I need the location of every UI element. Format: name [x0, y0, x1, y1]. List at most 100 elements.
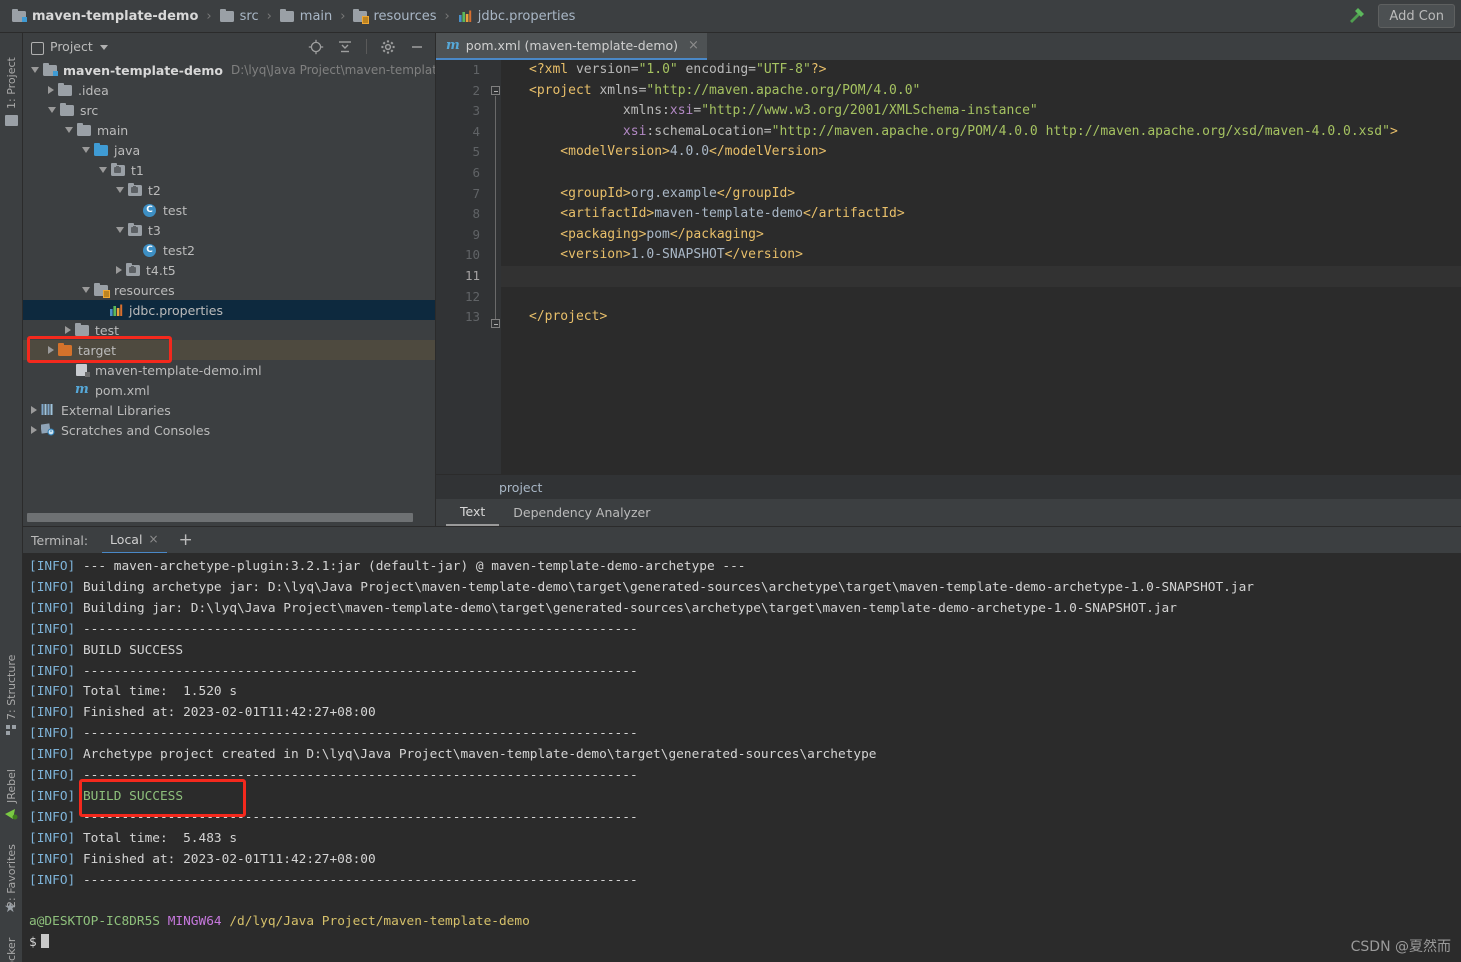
scrollbar-thumb[interactable] — [27, 513, 413, 522]
code-token: xmlns: — [529, 103, 670, 119]
close-icon[interactable]: × — [148, 532, 158, 546]
breadcrumb-item-jdbc-properties[interactable]: jdbc.properties — [456, 9, 578, 24]
breadcrumb-item-src[interactable]: src — [218, 8, 261, 24]
code-token: "1.0" — [638, 62, 678, 77]
chevron-down-icon[interactable] — [82, 147, 90, 153]
sidebar-item-structure[interactable]: 7: Structure — [0, 628, 23, 720]
breadcrumb-item-resources[interactable]: resources — [351, 8, 438, 24]
code-line[interactable]: <?xml version="1.0" encoding="UTF-8"?> — [501, 60, 1461, 81]
breadcrumb-item-main[interactable]: main — [278, 8, 334, 24]
line-number: 6 — [472, 164, 480, 180]
chevron-down-icon[interactable] — [48, 107, 56, 113]
hammer-icon[interactable] — [1346, 4, 1368, 29]
terminal-text: Finished at: 2023-02-01T11:42:27+08:00 — [82, 851, 376, 867]
tree-node-test2[interactable]: Ctest2 — [23, 240, 435, 260]
chevron-down-icon[interactable] — [99, 167, 107, 173]
terminal-text: BUILD SUCCESS — [82, 788, 184, 804]
code-line[interactable]: <modelVersion>4.0.0</modelVersion> — [501, 142, 1461, 163]
sidebar-item-project[interactable]: 1: Project — [0, 37, 23, 109]
project-tree[interactable]: maven-template-demo D:\lyq\Java Project\m… — [23, 60, 435, 508]
code-line[interactable] — [501, 265, 1461, 287]
chevron-down-icon[interactable] — [82, 287, 90, 293]
code-line[interactable]: xsi:schemaLocation="http://maven.apache.… — [501, 122, 1461, 143]
tree-node-t4-t5[interactable]: t4.t5 — [23, 260, 435, 280]
tree-node-main[interactable]: main — [23, 120, 435, 140]
code-line[interactable]: <artifactId>maven-template-demo</artifac… — [501, 204, 1461, 225]
new-terminal-button[interactable]: + — [179, 531, 193, 549]
tab-pom-xml[interactable]: m pom.xml (maven-template-demo) × — [436, 33, 707, 60]
chevron-down-icon[interactable] — [116, 187, 124, 193]
tree-node-maven-template-demo[interactable]: maven-template-demo D:\lyq\Java Project\m… — [23, 60, 435, 80]
add-configuration-button[interactable]: Add Con — [1378, 4, 1455, 28]
code-line[interactable]: <packaging>pom</packaging> — [501, 225, 1461, 246]
chevron-down-icon[interactable] — [99, 45, 108, 50]
tree-node-resources[interactable]: resources — [23, 280, 435, 300]
tree-node-src[interactable]: src — [23, 100, 435, 120]
fold-region-line — [495, 96, 496, 320]
terminal-line: [INFO] ---------------------------------… — [29, 662, 1461, 683]
chevron-right-icon[interactable] — [116, 266, 122, 274]
chevron-right-icon[interactable] — [31, 426, 37, 434]
tree-node-scratches-and-consoles[interactable]: Scratches and Consoles — [23, 420, 435, 440]
code-line[interactable]: <project xmlns="http://maven.apache.org/… — [501, 81, 1461, 102]
code-line[interactable]: xmlns:xsi="http://www.w3.org/2001/XMLSch… — [501, 101, 1461, 122]
chevron-down-icon[interactable] — [65, 127, 73, 133]
code-text[interactable]: <?xml version="1.0" encoding="UTF-8"?> <p… — [501, 60, 1461, 474]
tree-node-maven-template-demo-iml[interactable]: maven-template-demo.iml — [23, 360, 435, 380]
tree-node-external-libraries[interactable]: External Libraries — [23, 400, 435, 420]
tree-node-t1[interactable]: t1 — [23, 160, 435, 180]
tab-pom-xml-label: pom.xml (maven-template-demo) — [465, 38, 679, 53]
terminal-output[interactable]: [INFO] --- maven-archetype-plugin:3.2.1:… — [23, 553, 1461, 962]
terminal-text: [INFO] — [29, 809, 83, 825]
source-folder-icon — [94, 142, 109, 157]
chevron-down-icon[interactable] — [31, 67, 39, 73]
terminal-line: a@DESKTOP-IC8DR5S MINGW64 /d/lyq/Java Pr… — [29, 912, 1461, 933]
chevron-down-icon[interactable] — [116, 227, 124, 233]
terminal-tab-local[interactable]: Local × — [102, 527, 167, 554]
minimize-icon[interactable] — [409, 39, 425, 55]
tree-node-t3[interactable]: t3 — [23, 220, 435, 240]
tree-node-label: src — [80, 102, 99, 118]
tab-text[interactable]: Text — [446, 499, 500, 526]
sidebar-item-favorites[interactable]: 2: Favorites — [0, 828, 23, 908]
sidebar-item-stocker[interactable]: Stocker — [0, 919, 23, 962]
code-editor[interactable]: 1 2 3 4 5 6 7 8 9 10 11 12 13 <?xml version="1.0" en… — [436, 60, 1461, 474]
breadcrumb-item-maven-template-demo[interactable]: maven-template-demo — [10, 8, 200, 24]
tree-node-label: java — [114, 142, 141, 158]
tree-node-t2[interactable]: t2 — [23, 180, 435, 200]
tree-node-java[interactable]: java — [23, 140, 435, 160]
terminal-line: [INFO] BUILD SUCCESS — [29, 641, 1461, 662]
gear-icon[interactable] — [380, 39, 396, 55]
terminal-line: [INFO] BUILD SUCCESS — [29, 787, 1461, 808]
code-token: "http://www.w3.org/2001/XMLSchema-instan… — [701, 103, 1038, 119]
code-line[interactable] — [501, 287, 1461, 308]
scratches-icon — [40, 423, 56, 437]
line-number: 12 — [464, 288, 480, 304]
code-line[interactable]: </project> — [501, 307, 1461, 328]
resources-folder-icon — [94, 282, 110, 298]
code-line[interactable] — [501, 163, 1461, 184]
code-folding-column[interactable] — [489, 60, 501, 474]
tree-node--idea[interactable]: .idea — [23, 80, 435, 100]
tree-node-test[interactable]: Ctest — [23, 200, 435, 220]
chevron-right-icon[interactable] — [65, 326, 71, 334]
close-icon[interactable]: × — [688, 38, 699, 53]
locate-icon[interactable] — [308, 39, 324, 55]
project-horizontal-scrollbar[interactable] — [27, 513, 427, 522]
code-line[interactable]: <version>1.0-SNAPSHOT</version> — [501, 245, 1461, 266]
tree-node-target[interactable]: target — [23, 340, 435, 360]
tree-node-pom-xml[interactable]: m pom.xml — [23, 380, 435, 400]
fold-marker-close[interactable] — [491, 319, 500, 328]
line-number: 5 — [472, 144, 480, 160]
chevron-right-icon[interactable] — [48, 86, 54, 94]
code-line[interactable]: <groupId>org.example</groupId> — [501, 184, 1461, 205]
fold-marker-open[interactable] — [491, 86, 500, 95]
collapse-all-icon[interactable] — [337, 39, 353, 55]
tab-dependency-analyzer[interactable]: Dependency Analyzer — [499, 499, 664, 526]
chevron-right-icon[interactable] — [48, 346, 54, 354]
sidebar-item-jrebel[interactable]: JRebel — [0, 745, 23, 803]
tree-node-jdbc-properties[interactable]: jdbc.properties — [23, 300, 435, 320]
tree-node-test[interactable]: test — [23, 320, 435, 340]
chevron-right-icon[interactable] — [31, 406, 37, 414]
project-window-icon — [31, 42, 44, 55]
